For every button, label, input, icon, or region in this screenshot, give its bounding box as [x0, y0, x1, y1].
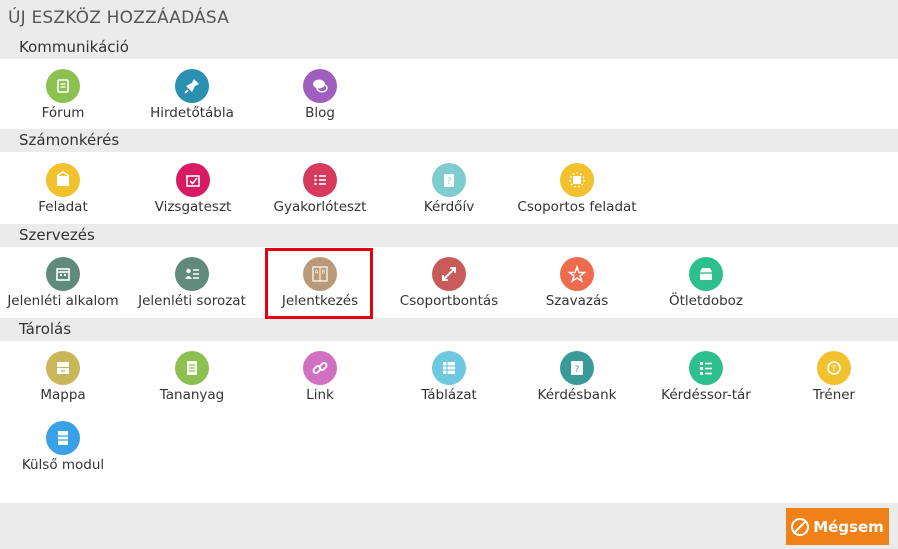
questionnaire-icon: ?: [432, 163, 466, 197]
tool-label: Táblázat: [421, 387, 477, 403]
tool-label: Kérdőív: [423, 199, 475, 215]
tool-label: Külső modul: [21, 457, 105, 473]
tool-hirdetőtábla[interactable]: Hirdetőtábla: [122, 69, 262, 125]
star-icon: [560, 257, 594, 291]
tool-link[interactable]: Link: [250, 351, 390, 407]
folder-icon: [46, 351, 80, 385]
tool-label: Kérdésbank: [537, 387, 617, 403]
tool-kérdésbank[interactable]: ? Kérdésbank: [507, 351, 647, 407]
section-title: Számonkérés: [19, 131, 120, 149]
question-bank-icon: ?: [560, 351, 594, 385]
forum-icon: [46, 69, 80, 103]
tool-jelentkezés[interactable]: A B Jelentkezés: [250, 257, 390, 313]
task-icon: [46, 163, 80, 197]
tool-csoportbontás[interactable]: Csoportbontás: [379, 257, 519, 313]
cancel-button[interactable]: Mégsem: [786, 508, 889, 545]
attendance-list-icon: [175, 257, 209, 291]
tool-kérdőív[interactable]: ? Kérdőív: [379, 163, 519, 219]
link-icon: [303, 351, 337, 385]
tool-label: Mappa: [40, 387, 86, 403]
svg-text:?: ?: [447, 177, 452, 187]
tool-jelenléti-alkalom[interactable]: Jelenléti alkalom: [0, 257, 133, 313]
section-title: Szervezés: [19, 226, 95, 244]
tool-label: Vizsgateszt: [154, 199, 232, 215]
calendar-icon: [46, 257, 80, 291]
dialog-footer: [0, 503, 898, 549]
tool-tréner[interactable]: T Tréner: [764, 351, 898, 407]
cancel-label: Mégsem: [813, 517, 884, 536]
tool-tananyag[interactable]: Tananyag: [122, 351, 262, 407]
tool-label: Jelenléti sorozat: [138, 293, 246, 309]
tool-csoportos-feladat[interactable]: Csoportos feladat: [507, 163, 647, 219]
tool-szavazás[interactable]: Szavazás: [507, 257, 647, 313]
tool-külső-modul[interactable]: Külső modul: [0, 421, 133, 477]
dialog-header: ÚJ ESZKÖZ HOZZÁADÁSA: [0, 0, 898, 36]
tool-label: Csoportos feladat: [517, 199, 637, 215]
module-icon: [46, 421, 80, 455]
cancel-icon: [791, 517, 810, 536]
tool-label: Jelentkezés: [281, 293, 359, 309]
tool-kérdéssor-tár[interactable]: Kérdéssor-tár: [636, 351, 776, 407]
tool-ötletdoboz[interactable]: Ötletdoboz: [636, 257, 776, 313]
trainer-icon: T: [817, 351, 851, 385]
tool-fórum[interactable]: Fórum: [0, 69, 133, 125]
signup-icon: AB: [303, 257, 337, 291]
svg-text:B: B: [322, 270, 326, 276]
section-header-tarolas: Tárolás: [0, 318, 898, 341]
tool-label: Kérdéssor-tár: [661, 387, 751, 403]
inbox-icon: [689, 257, 723, 291]
tool-label: Csoportbontás: [399, 293, 499, 309]
tool-label: Szavazás: [545, 293, 609, 309]
document-icon: [175, 351, 209, 385]
tool-label: Gyakorlóteszt: [273, 199, 367, 215]
tool-táblázat[interactable]: Táblázat: [379, 351, 519, 407]
tool-feladat[interactable]: Feladat: [0, 163, 133, 219]
section-header-szervezes: Szervezés: [0, 224, 898, 247]
tool-label: Ötletdoboz: [668, 293, 743, 309]
tool-gyakorlóteszt[interactable]: Gyakorlóteszt: [250, 163, 390, 219]
tool-label: Jelenléti alkalom: [7, 293, 119, 309]
section-title: Kommunikáció: [19, 38, 129, 56]
list-icon: [689, 351, 723, 385]
tool-label: Link: [306, 387, 334, 403]
checklist-icon: [303, 163, 337, 197]
tool-label: Hirdetőtábla: [150, 105, 234, 121]
tool-blog[interactable]: Blog: [250, 69, 390, 125]
tool-mappa[interactable]: Mappa: [0, 351, 133, 407]
tool-label: Fórum: [41, 105, 85, 121]
svg-text:T: T: [831, 365, 837, 374]
section-header-szamonkeres: Számonkérés: [0, 129, 898, 152]
table-icon: [432, 351, 466, 385]
tool-label: Feladat: [38, 199, 88, 215]
dialog-title: ÚJ ESZKÖZ HOZZÁADÁSA: [8, 8, 230, 28]
split-icon: [432, 257, 466, 291]
tool-vizsgateszt[interactable]: Vizsgateszt: [123, 163, 263, 219]
section-title: Tárolás: [19, 320, 72, 338]
svg-text:?: ?: [575, 365, 580, 375]
svg-text:A: A: [315, 270, 319, 276]
exam-icon: [176, 163, 210, 197]
tool-label: Blog: [305, 105, 335, 121]
tool-label: Tananyag: [159, 387, 225, 403]
section-header-kommunikacio: Kommunikáció: [0, 36, 898, 59]
tool-jelenléti-sorozat[interactable]: Jelenléti sorozat: [122, 257, 262, 313]
tool-label: Tréner: [812, 387, 856, 403]
group-task-icon: [560, 163, 594, 197]
chat-icon: [303, 69, 337, 103]
pin-icon: [175, 69, 209, 103]
